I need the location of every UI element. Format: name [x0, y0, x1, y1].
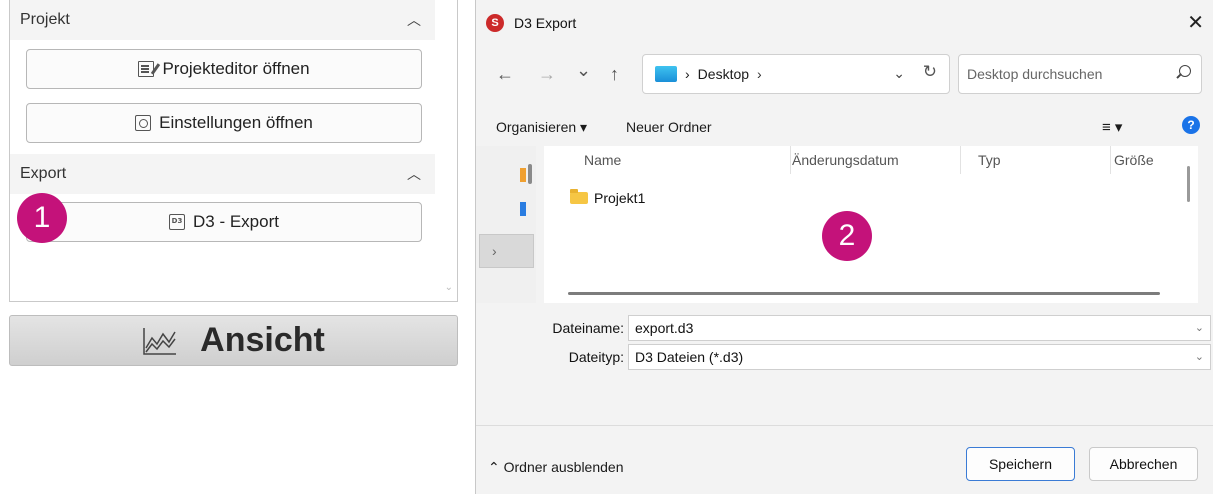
filename-row: Dateiname: export.d3 ⌄	[476, 315, 1213, 341]
column-header-date[interactable]: Änderungsdatum	[792, 152, 899, 168]
back-icon[interactable]: ←	[496, 64, 514, 85]
dialog-title: D3 Export	[514, 15, 577, 31]
scroll-down-icon[interactable]: ⌄	[445, 282, 453, 293]
cancel-button[interactable]: Abbrechen	[1089, 447, 1198, 481]
line-chart-icon	[143, 327, 177, 355]
chevron-down-icon[interactable]: ⌄	[1195, 321, 1204, 334]
nav-pane-scrollbar[interactable]	[528, 164, 532, 184]
save-dialog: S D3 Export ✕ ← → ⌄ ↑ › Desktop › ⌄ ↻ De…	[475, 0, 1213, 494]
navigation-bar: ← → ⌄ ↑ › Desktop › ⌄ ↻ Desktop durchsuc…	[476, 46, 1213, 106]
filetype-label: Dateityp:	[568, 349, 624, 365]
gallery-icon[interactable]	[520, 202, 526, 216]
filetype-value: D3 Dateien (*.d3)	[635, 349, 744, 365]
new-folder-button[interactable]: Neuer Ordner	[626, 119, 712, 135]
column-header-name[interactable]: Name	[584, 152, 621, 168]
column-header-size[interactable]: Größe	[1114, 152, 1154, 168]
search-icon	[1179, 65, 1191, 77]
command-bar: Organisieren ▾ Neuer Ordner ≡ ▾ ?	[476, 106, 1213, 146]
annotation-badge-2: 2	[822, 211, 872, 261]
column-header-type[interactable]: Typ	[978, 152, 1001, 168]
breadcrumb-desktop[interactable]: Desktop	[698, 66, 749, 82]
save-button[interactable]: Speichern	[966, 447, 1075, 481]
view-options-icon[interactable]: ≡ ▾	[1102, 118, 1122, 136]
nav-pane-selected-item[interactable]: ›	[479, 234, 534, 268]
section-title-export: Export	[20, 165, 67, 182]
settings-icon	[135, 115, 152, 131]
footer-divider	[476, 425, 1213, 426]
d3-export-button[interactable]: D3 D3 - Export	[26, 202, 422, 242]
view-button[interactable]: Ansicht	[9, 315, 458, 366]
forward-icon[interactable]: →	[538, 64, 556, 85]
home-icon[interactable]	[520, 168, 526, 182]
breadcrumb-separator[interactable]: ›	[757, 66, 762, 82]
edit-icon	[138, 61, 155, 77]
ribbon-panel: Projekt ︿ Projekteditor öffnen Einstellu…	[9, 0, 458, 302]
section-header-projekt[interactable]: Projekt ︿	[10, 0, 435, 40]
column-divider[interactable]	[960, 146, 961, 174]
open-settings-button[interactable]: Einstellungen öffnen	[26, 103, 422, 143]
organize-menu[interactable]: Organisieren ▾	[496, 119, 587, 136]
d3-file-icon: D3	[169, 214, 185, 230]
vertical-scrollbar[interactable]	[1182, 146, 1198, 303]
view-button-label: Ansicht	[200, 321, 325, 359]
open-project-editor-button[interactable]: Projekteditor öffnen	[26, 49, 422, 89]
filename-value: export.d3	[635, 320, 694, 336]
d3-export-label: D3 - Export	[193, 212, 279, 231]
file-name: Projekt1	[594, 190, 646, 206]
annotation-badge-1: 1	[17, 193, 67, 243]
address-bar[interactable]: › Desktop › ⌄ ↻	[642, 54, 950, 94]
filename-label: Dateiname:	[552, 320, 624, 336]
list-item[interactable]: Projekt1	[570, 189, 646, 206]
file-list: Name Änderungsdatum Typ Größe Projekt1	[544, 146, 1198, 303]
app-logo-icon: S	[486, 14, 504, 32]
open-settings-label: Einstellungen öffnen	[159, 113, 313, 132]
breadcrumb-separator: ›	[685, 66, 690, 82]
desktop-folder-icon	[655, 66, 677, 82]
section-header-export[interactable]: Export ︿	[10, 154, 435, 194]
filename-input[interactable]: export.d3 ⌄	[628, 315, 1211, 341]
column-divider[interactable]	[790, 146, 791, 174]
chevron-up-icon[interactable]: ︿	[407, 164, 421, 184]
navigation-pane: ›	[476, 146, 536, 303]
search-input[interactable]: Desktop durchsuchen	[958, 54, 1202, 94]
expand-icon[interactable]: ›	[492, 243, 497, 259]
recent-locations-icon[interactable]: ⌄	[576, 60, 591, 81]
help-icon[interactable]: ?	[1182, 116, 1200, 134]
filetype-row: Dateityp: D3 Dateien (*.d3) ⌄	[476, 344, 1213, 370]
horizontal-scrollbar[interactable]	[568, 292, 1160, 295]
column-divider[interactable]	[1110, 146, 1111, 174]
address-dropdown-icon[interactable]: ⌄	[893, 65, 905, 82]
hide-folders-button[interactable]: ⌃ Ordner ausblenden	[488, 459, 623, 476]
up-icon[interactable]: ↑	[610, 64, 619, 85]
scrollbar-thumb[interactable]	[1187, 166, 1190, 202]
section-title-projekt: Projekt	[20, 11, 70, 28]
filetype-select[interactable]: D3 Dateien (*.d3) ⌄	[628, 344, 1211, 370]
folder-icon	[570, 189, 588, 204]
chevron-down-icon[interactable]: ⌄	[1195, 350, 1204, 363]
close-button[interactable]: ✕	[1187, 10, 1204, 35]
dialog-titlebar: S D3 Export ✕	[476, 0, 1213, 46]
open-project-editor-label: Projekteditor öffnen	[162, 59, 310, 78]
refresh-icon[interactable]: ↻	[923, 62, 937, 82]
chevron-up-icon[interactable]: ︿	[407, 10, 421, 30]
search-placeholder: Desktop durchsuchen	[967, 66, 1103, 82]
